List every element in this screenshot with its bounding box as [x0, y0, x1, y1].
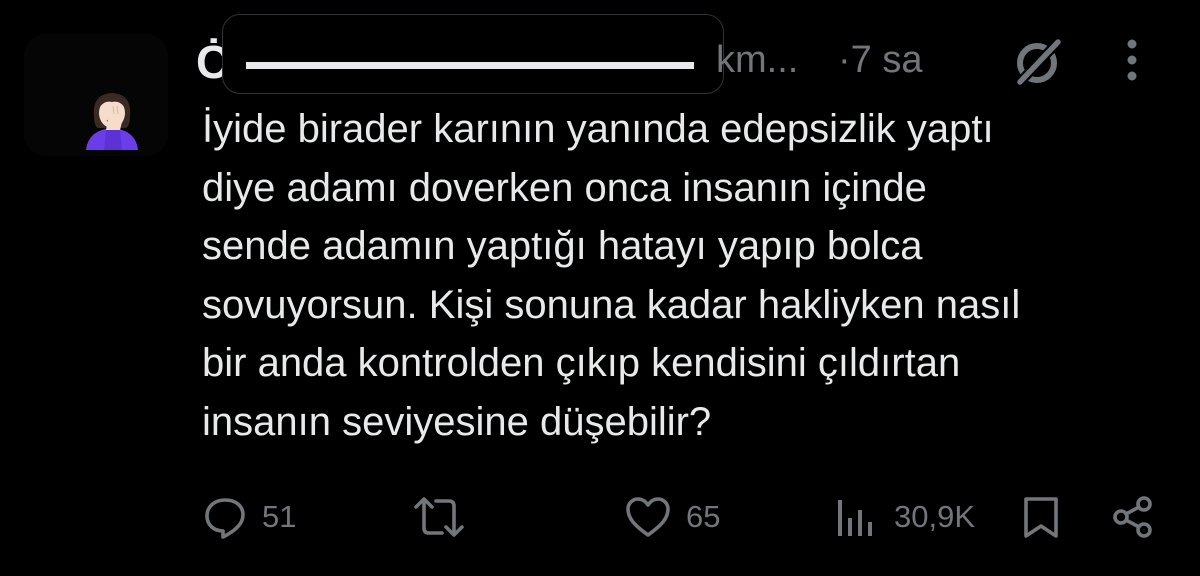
bookmark-button[interactable] — [1020, 494, 1062, 540]
views-button[interactable]: 30,9K — [834, 494, 975, 540]
tweet-text-line: bir anda kontrolden çıkıp kendisini çıld… — [202, 341, 961, 385]
like-button[interactable]: 65 — [624, 494, 720, 540]
tweet-text-line: İyide birader karının yanında edepsizlik… — [202, 107, 994, 151]
grok-icon — [1017, 39, 1061, 85]
like-icon — [626, 497, 670, 537]
more-button[interactable] — [1120, 36, 1144, 84]
tweet: Ċ km... ·7 sa İyide birader karının yanı… — [0, 0, 1200, 576]
retweet-icon — [414, 497, 464, 537]
author-name-initial[interactable]: Ċ — [196, 32, 229, 92]
redacted-author-box — [222, 14, 724, 94]
bookmark-icon — [1024, 497, 1058, 538]
tweet-text-line: insanın seviyesine düşebilir? — [202, 399, 712, 444]
share-button[interactable] — [1110, 494, 1156, 540]
author-handle[interactable]: km... — [716, 38, 798, 82]
reply-button[interactable]: 51 — [202, 494, 296, 540]
tweet-text-line: sovuyorsun. Kişi sonuna kadar hakliyken … — [202, 282, 1021, 327]
views-icon — [838, 500, 872, 536]
more-icon — [1127, 39, 1137, 81]
like-count: 65 — [686, 499, 721, 534]
tweet-text: İyide birader karının yanında edepsizlik… — [202, 100, 1182, 451]
tweet-text-line: sende adamın yaptığı hatayı yapıp bolca — [202, 224, 923, 268]
facepalm-emoji-icon — [86, 93, 138, 150]
reply-count: 51 — [262, 499, 297, 534]
retweet-button[interactable] — [412, 494, 480, 540]
grok-button[interactable] — [1010, 36, 1064, 90]
share-icon — [1113, 496, 1152, 538]
views-count: 30,9K — [894, 499, 976, 534]
reply-icon — [205, 498, 245, 539]
timestamp[interactable]: ·7 sa — [838, 38, 922, 82]
avatar[interactable] — [24, 34, 168, 156]
redaction-line — [246, 62, 694, 69]
tweet-text-line: diye adamı doverken onca insanın içinde — [202, 165, 927, 210]
